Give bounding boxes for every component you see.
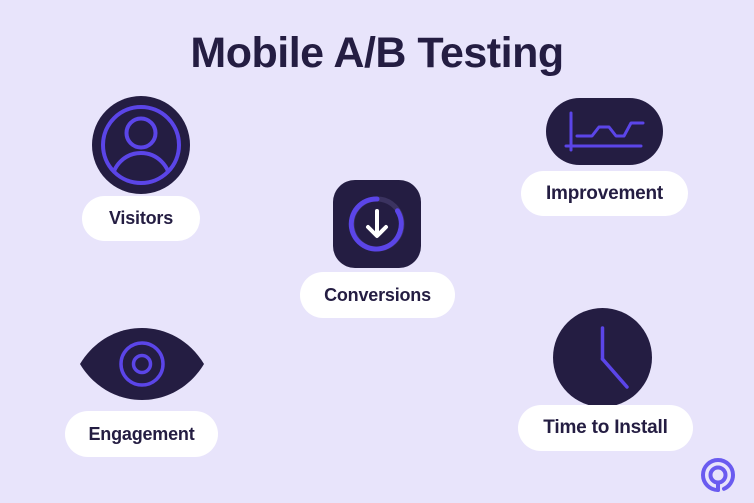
visitors-label-pill: Visitors <box>82 196 200 241</box>
time-to-install-label: Time to Install <box>543 417 668 438</box>
conversions-label: Conversions <box>324 284 431 305</box>
clock-icon <box>553 308 652 407</box>
engagement-label: Engagement <box>88 423 195 444</box>
engagement-label-pill: Engagement <box>65 411 218 457</box>
improvement-label: Improvement <box>545 182 664 204</box>
conversions-label-pill: Conversions <box>300 272 455 318</box>
infographic-canvas: Mobile A/B Testing Visitors Conversions <box>0 0 754 503</box>
time-to-install-label-pill: Time to Install <box>518 405 693 451</box>
eye-icon <box>79 325 205 403</box>
download-progress-icon <box>333 180 421 268</box>
line-chart-icon <box>546 98 663 165</box>
visitors-label: Visitors <box>108 208 174 228</box>
page-title: Mobile A/B Testing <box>190 29 564 77</box>
brand-logo <box>700 457 736 493</box>
user-avatar-icon <box>92 96 190 194</box>
improvement-label-pill: Improvement <box>521 171 688 216</box>
